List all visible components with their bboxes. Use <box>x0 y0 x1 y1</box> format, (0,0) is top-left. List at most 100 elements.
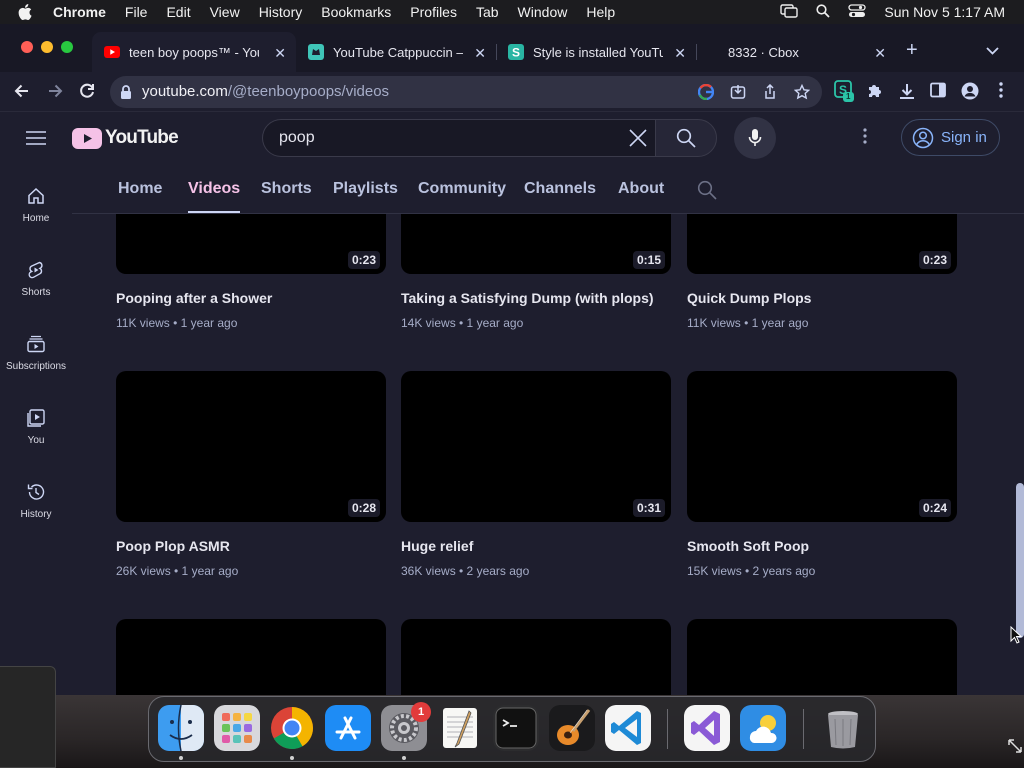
dock-garageband[interactable] <box>549 705 595 751</box>
menu-file[interactable]: File <box>125 4 148 20</box>
install-app-icon[interactable] <box>730 84 746 105</box>
video-thumbnail[interactable]: 0:23 <box>687 214 957 274</box>
menu-tab[interactable]: Tab <box>476 4 499 20</box>
video-title[interactable]: Quick Dump Plops <box>687 290 811 306</box>
video-card[interactable]: 0:24 Smooth Soft Poop 15K views • 2 year… <box>687 371 957 591</box>
guide-menu-icon[interactable] <box>26 131 46 150</box>
video-title[interactable]: Pooping after a Shower <box>116 290 272 306</box>
close-tab-icon[interactable]: ✕ <box>874 45 886 62</box>
dock-app-store[interactable] <box>325 705 371 751</box>
tab-youtube-channel[interactable]: teen boy poops™ - YouTube ✕ <box>92 32 296 72</box>
menu-view[interactable]: View <box>210 4 240 20</box>
search-input[interactable]: poop <box>262 119 656 157</box>
close-tab-icon[interactable]: ✕ <box>274 45 286 62</box>
apple-logo-icon[interactable] <box>18 4 38 20</box>
downloads-icon[interactable] <box>898 82 916 105</box>
dock-terminal[interactable] <box>493 705 539 751</box>
video-card[interactable]: 0:28 Poop Plop ASMR 26K views • 1 year a… <box>116 371 386 591</box>
minimize-window-button[interactable] <box>41 41 53 53</box>
guide-item-history[interactable]: History <box>0 482 72 542</box>
extensions-puzzle-icon[interactable] <box>866 82 884 105</box>
video-thumbnail[interactable] <box>116 619 386 695</box>
video-card[interactable]: 0:15 Taking a Satisfying Dump (with plop… <box>401 214 671 334</box>
video-card[interactable] <box>687 619 957 695</box>
back-arrow-icon[interactable] <box>12 81 32 106</box>
video-card[interactable] <box>116 619 386 695</box>
page-scrollbar-thumb[interactable] <box>1016 483 1024 638</box>
bookmark-star-icon[interactable] <box>793 83 811 105</box>
video-title[interactable]: Huge relief <box>401 538 473 554</box>
guide-item-you[interactable]: You <box>0 408 72 468</box>
reload-icon[interactable] <box>77 81 97 106</box>
dock-finder[interactable] <box>158 705 204 751</box>
lock-icon[interactable] <box>120 85 132 104</box>
address-bar[interactable]: youtube.com/@teenboypoops/videos <box>110 76 822 108</box>
share-icon[interactable] <box>762 83 778 105</box>
menu-window[interactable]: Window <box>518 4 568 20</box>
profile-avatar-icon[interactable] <box>961 82 979 105</box>
video-thumbnail[interactable] <box>401 619 671 695</box>
new-tab-plus-icon[interactable]: + <box>906 39 918 62</box>
voice-search-button[interactable] <box>734 117 776 159</box>
search-button[interactable] <box>655 119 717 157</box>
dock-textedit[interactable] <box>437 705 483 751</box>
chrome-menu-kebab-icon[interactable] <box>999 82 1003 103</box>
video-thumbnail[interactable]: 0:31 <box>401 371 671 522</box>
video-title[interactable]: Smooth Soft Poop <box>687 538 809 554</box>
guide-item-subscriptions[interactable]: Subscriptions <box>0 334 72 394</box>
video-card[interactable]: 0:23 Quick Dump Plops 11K views • 1 year… <box>687 214 957 334</box>
menu-history[interactable]: History <box>259 4 303 20</box>
video-thumbnail[interactable]: 0:28 <box>116 371 386 522</box>
dock-weather[interactable] <box>740 705 786 751</box>
menu-help[interactable]: Help <box>586 4 615 20</box>
video-thumbnail[interactable]: 0:23 <box>116 214 386 274</box>
dock-vscode[interactable] <box>605 705 651 751</box>
close-window-button[interactable] <box>21 41 33 53</box>
video-thumbnail[interactable]: 0:15 <box>401 214 671 274</box>
video-card[interactable] <box>401 619 671 695</box>
menu-app-name[interactable]: Chrome <box>53 4 106 20</box>
video-card[interactable]: 0:23 Pooping after a Shower 11K views • … <box>116 214 386 334</box>
dock-chrome[interactable] <box>269 705 315 751</box>
guide-item-home[interactable]: Home <box>0 186 72 246</box>
tab-videos[interactable]: Videos <box>188 180 241 213</box>
video-thumbnail[interactable]: 0:24 <box>687 371 957 522</box>
channel-search-icon[interactable] <box>697 180 717 205</box>
tab-stylus[interactable]: S Style is installed YouTube ✕ <box>496 32 697 72</box>
tab-shorts[interactable]: Shorts <box>261 180 312 198</box>
menu-profiles[interactable]: Profiles <box>410 4 457 20</box>
close-tab-icon[interactable]: ✕ <box>474 45 486 62</box>
screen-mirroring-icon[interactable] <box>780 3 799 21</box>
menu-bookmarks[interactable]: Bookmarks <box>321 4 391 20</box>
video-title[interactable]: Poop Plop ASMR <box>116 538 230 554</box>
video-title[interactable]: Taking a Satisfying Dump (with plops) <box>401 290 654 306</box>
dock-visual-studio[interactable] <box>684 705 730 751</box>
dock-trash[interactable] <box>820 705 866 751</box>
tab-cbox[interactable]: 8332 · Cbox ✕ <box>696 32 896 72</box>
tab-playlists[interactable]: Playlists <box>333 180 398 198</box>
youtube-logo[interactable]: YouTube <box>72 127 179 149</box>
zoom-window-button[interactable] <box>61 41 73 53</box>
control-center-icon[interactable] <box>848 3 867 21</box>
forward-arrow-icon[interactable] <box>45 81 65 106</box>
sign-in-button[interactable]: Sign in <box>901 119 1000 156</box>
tab-catppuccin[interactable]: YouTube Catppuccin — Themes ✕ <box>296 32 497 72</box>
google-lens-icon[interactable] <box>697 83 715 105</box>
video-thumbnail[interactable] <box>687 619 957 695</box>
settings-kebab-icon[interactable] <box>863 128 867 149</box>
tab-community[interactable]: Community <box>418 180 506 198</box>
url-text[interactable]: youtube.com/@teenboypoops/videos <box>142 83 389 100</box>
menu-edit[interactable]: Edit <box>166 4 190 20</box>
background-window[interactable] <box>0 666 56 768</box>
video-card[interactable]: 0:31 Huge relief 36K views • 2 years ago <box>401 371 671 591</box>
close-tab-icon[interactable]: ✕ <box>674 45 686 62</box>
dock-launchpad[interactable] <box>214 705 260 751</box>
clear-search-icon[interactable] <box>628 128 648 153</box>
tab-channels[interactable]: Channels <box>524 180 596 198</box>
tab-search-chevron-icon[interactable] <box>986 42 999 60</box>
menubar-clock[interactable]: Sun Nov 5 1:17 AM <box>884 4 1005 20</box>
tab-about[interactable]: About <box>618 180 664 198</box>
stylus-extension-icon[interactable]: S <box>834 80 854 107</box>
tab-home[interactable]: Home <box>118 180 162 198</box>
guide-item-shorts[interactable]: Shorts <box>0 260 72 320</box>
